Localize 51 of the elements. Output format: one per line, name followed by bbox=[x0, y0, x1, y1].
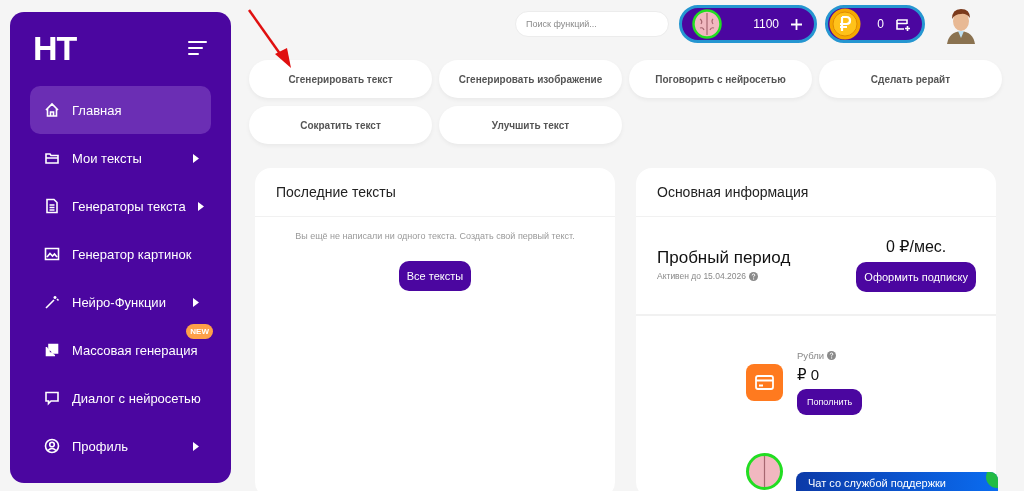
nav-item[interactable]: Генераторы текста bbox=[30, 182, 211, 230]
nav-item[interactable]: NEW Массовая генерация bbox=[30, 326, 211, 374]
home-icon bbox=[44, 102, 60, 118]
action-button[interactable]: Сократить текст bbox=[249, 106, 432, 144]
wand-icon bbox=[44, 294, 60, 310]
action-button[interactable]: Сделать рерайт bbox=[819, 60, 1002, 98]
empty-message: Вы ещё не написали ни одного текста. Создать свой первый текст. bbox=[295, 231, 575, 241]
nav-item[interactable]: Мои тексты bbox=[30, 134, 211, 182]
action-button[interactable]: Сгенерировать изображение bbox=[439, 60, 622, 98]
balance-pill[interactable]: 0 bbox=[825, 5, 925, 43]
balance-pill[interactable]: 1100 bbox=[679, 5, 817, 43]
action-button[interactable]: Сгенерировать текст bbox=[249, 60, 432, 98]
plan-name: Пробный период bbox=[657, 248, 791, 268]
brain-icon bbox=[746, 453, 783, 490]
nav-item[interactable]: Генератор картинок bbox=[30, 230, 211, 278]
nav-item[interactable]: Нейро-Функции bbox=[30, 278, 211, 326]
plan-price: 0 ₽/мес. bbox=[886, 237, 947, 256]
balance-amount: 1100 bbox=[752, 17, 779, 31]
support-chat-bar[interactable]: Чат со службой поддержки bbox=[796, 472, 998, 491]
action-button[interactable]: Улучшить текст bbox=[439, 106, 622, 144]
balance-label: Рубли bbox=[797, 350, 825, 361]
help-icon[interactable] bbox=[827, 351, 837, 360]
nav-item[interactable]: Профиль bbox=[30, 422, 211, 470]
arrow-icon bbox=[247, 8, 293, 70]
card-title: Последние тексты bbox=[255, 168, 615, 217]
wallet-icon[interactable] bbox=[896, 17, 910, 31]
document-icon bbox=[44, 198, 60, 214]
plus-icon[interactable] bbox=[791, 18, 802, 30]
coin-icon bbox=[829, 8, 861, 40]
balance-amount: 0 bbox=[876, 17, 884, 31]
subscribe-button[interactable]: Оформить подписку bbox=[856, 262, 976, 292]
image-icon bbox=[44, 246, 60, 262]
folder-icon bbox=[44, 150, 60, 166]
active-until: Активен до 15.04.2026 bbox=[657, 271, 746, 281]
balance-value: ₽ 0 bbox=[797, 366, 820, 384]
search-field[interactable]: Поиск функций... bbox=[515, 11, 669, 37]
logo: НТ bbox=[33, 28, 77, 68]
chat-icon bbox=[44, 390, 60, 406]
user-icon bbox=[44, 438, 60, 454]
action-button[interactable]: Поговорить с нейросетью bbox=[629, 60, 812, 98]
new-badge: NEW bbox=[186, 324, 213, 339]
stack-icon bbox=[44, 342, 60, 358]
menu-icon[interactable] bbox=[188, 40, 208, 56]
card-icon bbox=[746, 364, 783, 401]
nav-item[interactable]: Главная bbox=[30, 86, 211, 134]
nav-item[interactable]: Диалог с нейросетью bbox=[30, 374, 211, 422]
all-texts-button[interactable]: Все тексты bbox=[398, 261, 472, 291]
top-up-button[interactable]: Пополнить bbox=[797, 389, 863, 415]
card-title: Основная информация bbox=[636, 168, 996, 217]
help-icon[interactable] bbox=[748, 271, 758, 281]
brain-icon bbox=[692, 9, 722, 39]
